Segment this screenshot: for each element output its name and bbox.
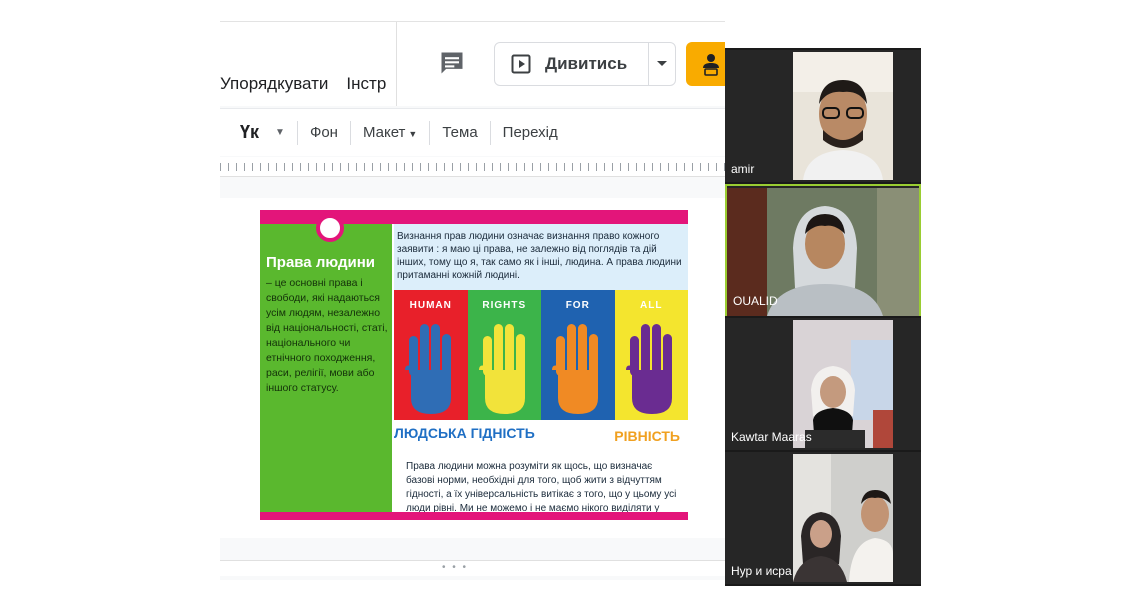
participant-tile-active[interactable]: OUALID (725, 184, 921, 316)
slide-bottom-band (260, 512, 688, 520)
layout-button[interactable]: Макет ▼ (363, 124, 417, 141)
camera-feed (793, 320, 893, 448)
person-lock-icon (703, 54, 719, 76)
toolbar-separator (349, 120, 351, 145)
raised-hand-icon (625, 324, 672, 414)
menu-arrange[interactable]: Упорядкувати (220, 74, 328, 93)
slides-editor: Упорядкувати Інстр Дивитись Үк ▼ Фон Мак… (220, 0, 725, 580)
play-box-icon (511, 54, 531, 74)
hand-panel: FOR (541, 290, 615, 420)
video-call-panel: amir OUALID Kawtar Maaras Нур и исра (725, 48, 921, 586)
ruler[interactable] (220, 157, 725, 177)
participant-tile[interactable]: Нур и исра (725, 452, 921, 584)
participant-name: OUALID (733, 294, 778, 308)
slide-canvas[interactable]: Права людини – це основні права і свобод… (220, 198, 725, 538)
hands-banner: HUMAN RIGHTS FOR ALL (394, 290, 688, 420)
participant-name: amir (731, 162, 755, 176)
toolbar-separator (296, 120, 298, 145)
comment-icon (441, 52, 463, 74)
slide-title: Права людини (266, 254, 375, 271)
top-strip (220, 0, 725, 22)
hand-word: RIGHTS (482, 300, 527, 311)
participant-name: Kawtar Maaras (731, 430, 812, 444)
watch-dropdown[interactable] (649, 60, 675, 68)
circle-decoration (316, 214, 344, 242)
speaker-notes-bar[interactable] (220, 560, 725, 576)
caret-down-icon (657, 61, 667, 66)
slide-left-text: – це основні права і свободи, які надают… (266, 277, 388, 394)
hand-word: FOR (565, 300, 590, 311)
camera-feed (793, 454, 893, 582)
theme-button[interactable]: Тема (442, 124, 477, 141)
hand-panel: RIGHTS (467, 290, 541, 420)
raised-hand-icon (552, 324, 598, 414)
raised-hand-icon (405, 324, 451, 414)
layout-caret-icon: ▼ (408, 129, 418, 139)
watch-button[interactable]: Дивитись (494, 42, 676, 86)
toolbar-separator (429, 120, 431, 145)
transition-button[interactable]: Перехід (503, 124, 558, 141)
participant-tile[interactable]: Kawtar Maaras (725, 318, 921, 450)
font-picker[interactable]: Үк (240, 122, 259, 143)
screen: Упорядкувати Інстр Дивитись Үк ▼ Фон Мак… (0, 0, 1140, 600)
drag-handle-icon[interactable]: • • • (442, 562, 468, 573)
participant-name: Нур и исра (731, 564, 792, 578)
formatting-toolbar: Үк ▼ Фон Макет ▼ Тема Перехід (220, 108, 725, 156)
hand-word: ALL (640, 300, 663, 311)
share-button[interactable] (686, 42, 725, 86)
raised-hand-icon (478, 324, 525, 414)
watch-main[interactable]: Дивитись (495, 43, 649, 85)
menubar: Упорядкувати Інстр (220, 74, 404, 94)
font-caret-icon[interactable]: ▼ (275, 127, 285, 138)
watch-label: Дивитись (545, 54, 628, 73)
camera-feed (793, 52, 893, 180)
slide-top-text: Визнання прав людини означає визнання пр… (397, 231, 682, 281)
hand-panel: ALL (614, 290, 688, 420)
comments-button[interactable] (435, 46, 469, 80)
person-video-icon (793, 454, 893, 582)
person-video-icon (793, 320, 893, 448)
participant-tile[interactable]: amir (725, 50, 921, 182)
header-divider (396, 22, 397, 106)
equality-heading: РІВНІСТЬ (614, 428, 680, 444)
background-button[interactable]: Фон (310, 124, 338, 141)
slide[interactable]: Права людини – це основні права і свобод… (260, 210, 688, 520)
hand-word: HUMAN (409, 300, 452, 311)
hand-panel: HUMAN (394, 290, 468, 420)
slide-bottom-text: Права людини можна розуміти як щось, що … (406, 461, 677, 514)
person-video-icon (793, 52, 893, 180)
menu-tools[interactable]: Інстр (346, 74, 386, 93)
dignity-heading: ЛЮДСЬКА ГІДНІСТЬ (394, 425, 535, 441)
layout-label: Макет (362, 124, 406, 141)
toolbar-separator (489, 120, 491, 145)
